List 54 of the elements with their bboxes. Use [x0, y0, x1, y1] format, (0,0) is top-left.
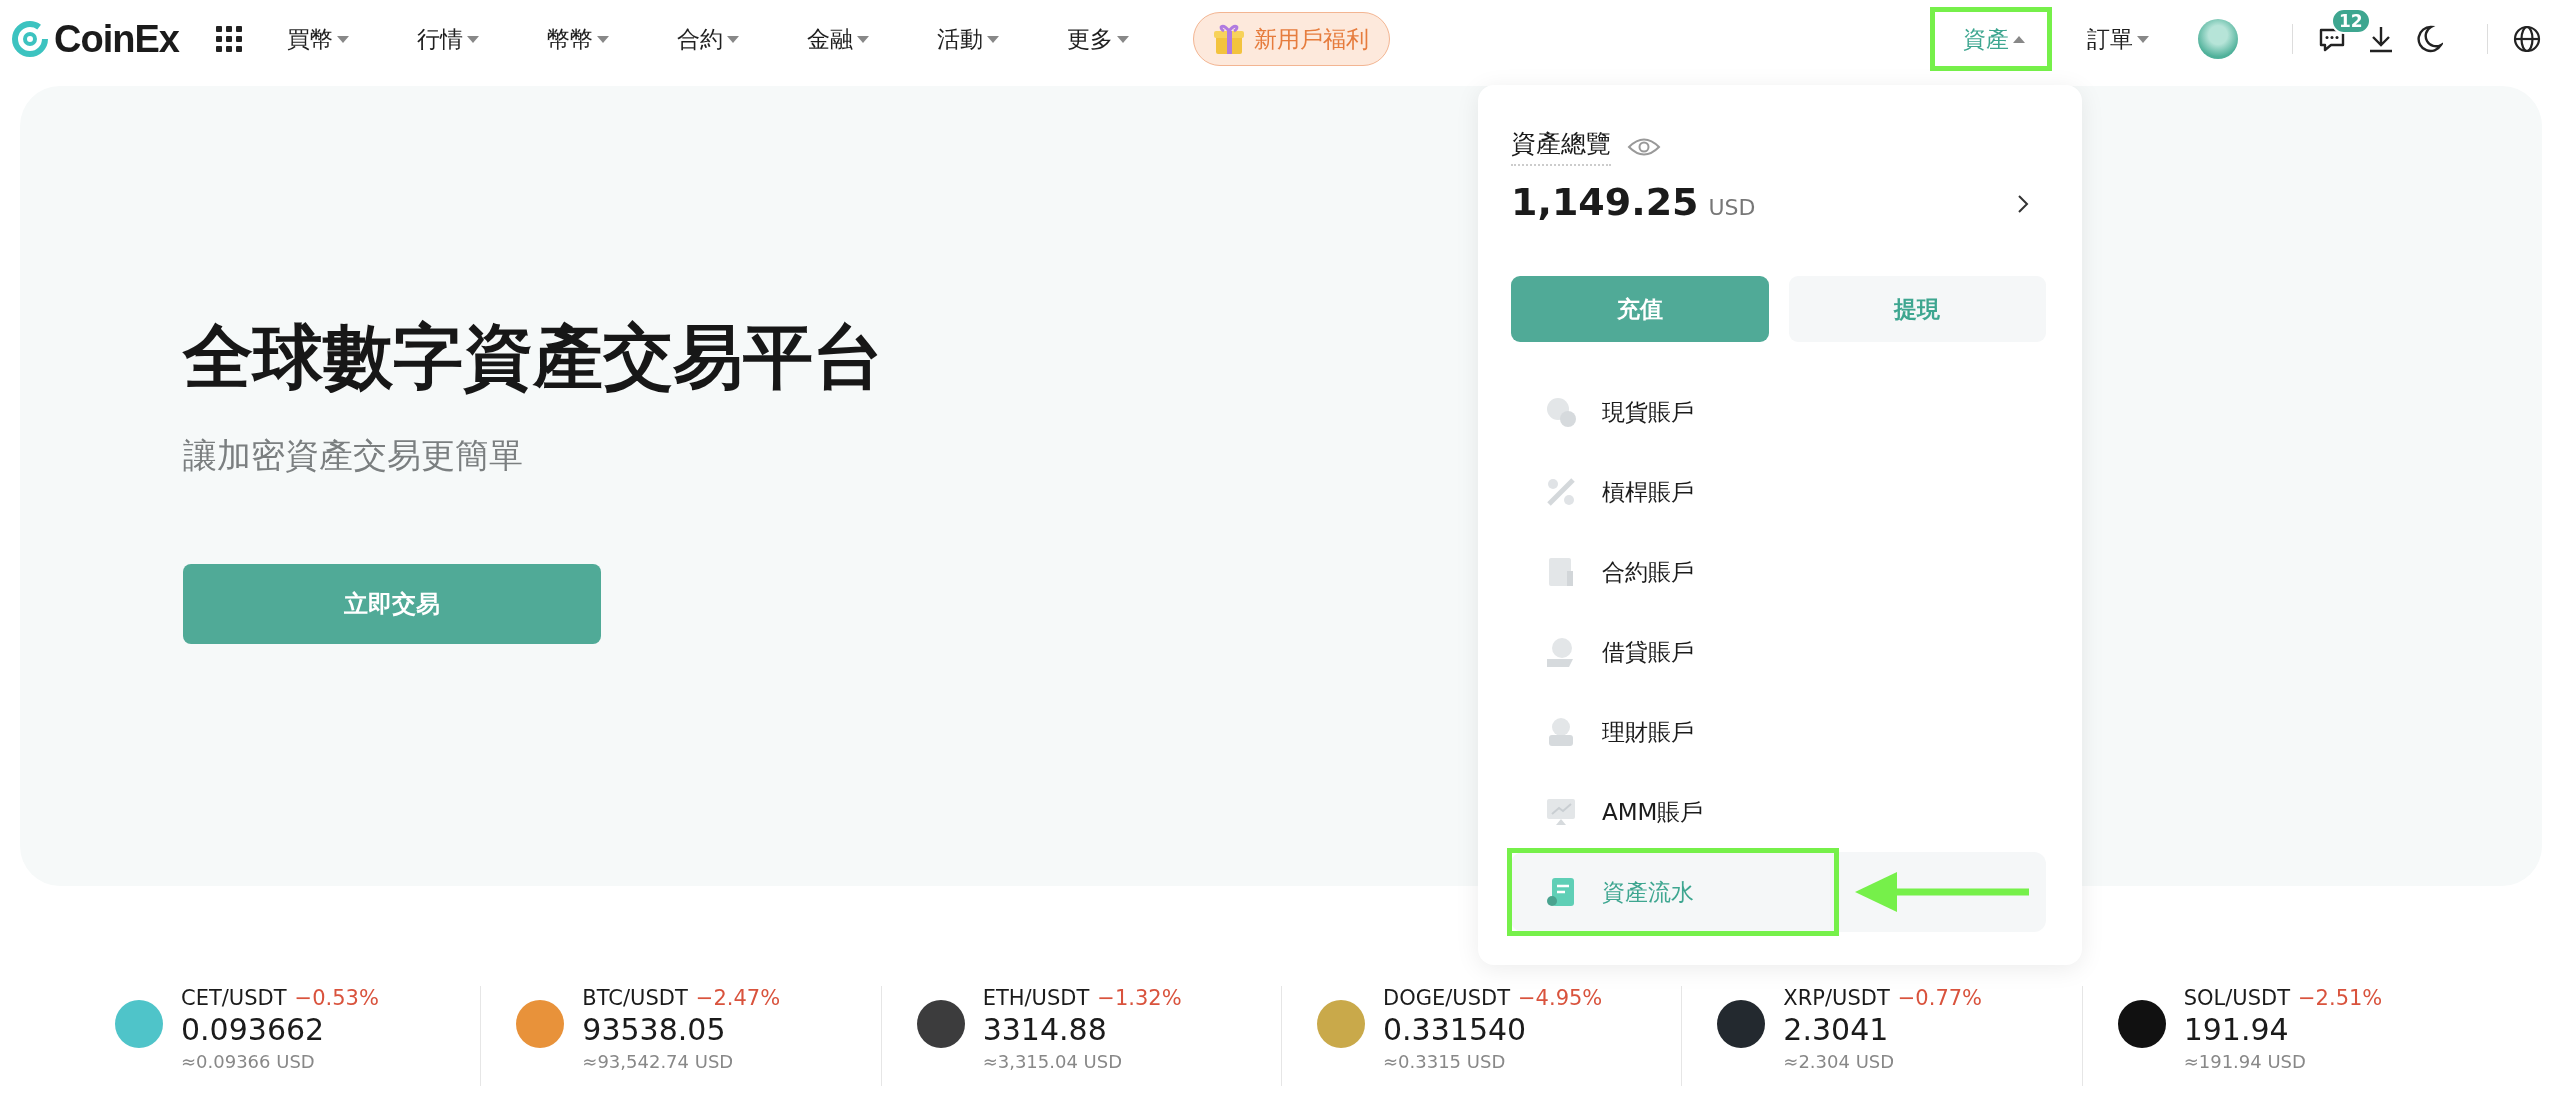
nav-menu-item[interactable]: 幣幣	[542, 11, 613, 67]
nav-menu-item[interactable]: 訂單	[2078, 7, 2158, 71]
trading-pair[interactable]: CET/USDT	[181, 986, 287, 1010]
moon-icon[interactable]	[2415, 24, 2443, 54]
price: 2.3041	[1783, 1012, 1889, 1047]
currency-label: USD	[1708, 195, 1756, 220]
nav-menu-item[interactable]: 合約	[672, 11, 743, 67]
trading-pair[interactable]: ETH/USDT	[982, 986, 1090, 1010]
logo-wordmark[interactable]: CoinEx	[54, 17, 179, 61]
price: 0.093662	[181, 1012, 325, 1047]
usd-value: ≈93,542.74 USD	[582, 1051, 734, 1072]
price: 191.94	[2183, 1012, 2289, 1047]
account-menu-item[interactable]: 借貸賬戶	[1511, 612, 2046, 692]
chevron-right-icon[interactable]	[2016, 193, 2030, 215]
download-icon[interactable]	[2367, 24, 2395, 54]
avatar[interactable]	[2198, 19, 2238, 59]
trading-pair[interactable]: SOL/USDT	[2183, 986, 2290, 1010]
price: 0.331540	[1383, 1012, 1527, 1047]
usd-value: ≈0.3315 USD	[1383, 1051, 1506, 1072]
total-balance: 1,149.25	[1511, 180, 1699, 224]
globe-icon[interactable]	[2512, 24, 2542, 54]
usd-value: ≈2.304 USD	[1783, 1051, 1895, 1072]
assets-overview-title: 資產總覽	[1511, 127, 1611, 166]
price-change: −4.95%	[1518, 986, 1603, 1010]
nav-menu-item[interactable]: 行情	[412, 11, 483, 67]
usd-value: ≈191.94 USD	[2183, 1051, 2306, 1072]
account-menu-item[interactable]: 現貨賬戶	[1511, 372, 2046, 452]
account-icon	[1544, 395, 1578, 429]
hero-title: 全球數字資產交易平台	[183, 315, 883, 400]
gift-icon	[1211, 22, 1246, 56]
price: 3314.88	[982, 1012, 1107, 1047]
price-change: −0.53%	[294, 986, 379, 1010]
usd-value: ≈3,315.04 USD	[982, 1051, 1123, 1072]
trading-pair[interactable]: DOGE/USDT	[1383, 986, 1510, 1010]
trading-pair[interactable]: XRP/USDT	[1783, 986, 1890, 1010]
nav-menu-item[interactable]: 買幣	[282, 11, 353, 67]
account-menu-item[interactable]: AMM賬戶	[1511, 772, 2046, 852]
nav-menu-item[interactable]: 更多	[1062, 11, 1133, 67]
price-change: −0.77%	[1897, 986, 1983, 1010]
price-change: −2.47%	[695, 986, 781, 1010]
trading-pair[interactable]: BTC/USDT	[582, 986, 688, 1010]
account-menu-item[interactable]: 合約賬戶	[1511, 532, 2046, 612]
notification-badge: 12	[2331, 8, 2371, 34]
hero-subtitle: 讓加密資產交易更簡單	[183, 434, 523, 477]
price-change: −1.32%	[1097, 986, 1182, 1010]
price: 93538.05	[582, 1012, 726, 1047]
apps-grid-icon[interactable]	[214, 25, 243, 53]
account-menu-item[interactable]: 理財賬戶	[1511, 692, 2046, 772]
logo-icon	[10, 19, 50, 59]
account-menu-item[interactable]: 槓桿賬戶	[1511, 452, 2046, 532]
nav-menu-item[interactable]: 活動	[932, 11, 1003, 67]
nav-menu-item[interactable]: 金融	[802, 11, 873, 67]
usd-value: ≈0.09366 USD	[181, 1051, 315, 1072]
price-change: −2.51%	[2298, 986, 2383, 1010]
